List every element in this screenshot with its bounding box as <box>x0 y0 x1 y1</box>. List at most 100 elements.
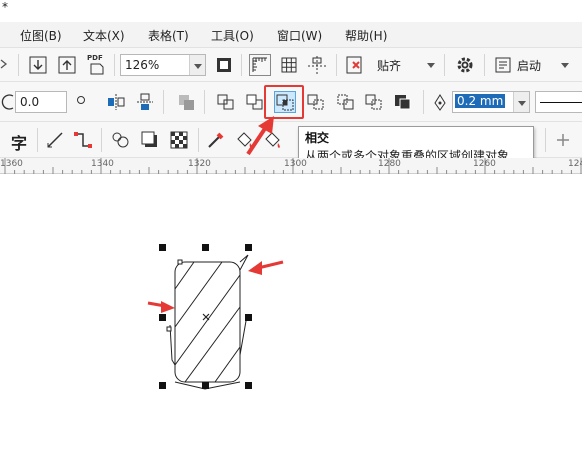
ruler-label: 1300 <box>284 159 307 169</box>
separator <box>336 54 337 76</box>
export-button[interactable] <box>56 54 78 76</box>
eyedropper-tool-button[interactable] <box>205 129 227 151</box>
separator <box>37 128 38 152</box>
weld-icon <box>179 95 194 110</box>
export-icon <box>58 56 76 74</box>
launch-icon-box[interactable] <box>492 54 514 76</box>
back-minus-front-icon <box>365 94 382 110</box>
fullscreen-icon <box>217 58 231 72</box>
settings-icon <box>457 57 473 73</box>
callout-arrow-toolbar <box>246 116 274 156</box>
import-button[interactable] <box>27 54 49 76</box>
boundary-icon <box>395 95 411 110</box>
menu-help[interactable]: 帮助(H) <box>345 27 387 44</box>
simplify-button[interactable] <box>305 91 327 113</box>
tooltip-title: 相交 <box>305 131 330 145</box>
menu-table[interactable]: 表格(T) <box>148 27 189 44</box>
separator <box>18 54 19 76</box>
ruler-label: 1320 <box>188 159 211 169</box>
separator <box>444 54 445 76</box>
grid-icon <box>281 57 297 73</box>
menu-text[interactable]: 文本(X) <box>83 27 125 44</box>
transparency-tool-button[interactable] <box>168 129 190 151</box>
combine-icon <box>217 94 234 110</box>
full-screen-preview-button[interactable] <box>213 54 235 76</box>
snap-off-icon <box>346 56 362 74</box>
separator <box>163 90 164 114</box>
publish-pdf-button[interactable]: PDF <box>86 54 108 76</box>
rulers-icon <box>252 57 267 72</box>
degree-icon <box>77 96 85 104</box>
drop-shadow-tool-button[interactable] <box>139 129 161 151</box>
chevron-down-icon[interactable] <box>426 62 436 70</box>
mirror-vertical-button[interactable] <box>134 91 156 113</box>
outline-width-select[interactable]: 0.2 mm <box>452 91 530 113</box>
separator <box>204 90 205 114</box>
zoom-level-select[interactable]: 126% <box>120 54 206 76</box>
standard-toolbar: PDF 126% 贴齐 启动 <box>0 48 582 82</box>
mirror-horizontal-button[interactable] <box>105 91 127 113</box>
chevron-down-icon[interactable] <box>189 55 205 75</box>
blend-icon <box>112 132 129 148</box>
center-mark <box>202 313 210 321</box>
connector-tool-button[interactable] <box>72 129 94 151</box>
angle-input[interactable]: 0.0 <box>15 91 67 113</box>
plus-icon[interactable] <box>556 133 570 147</box>
mirror-v-icon <box>137 93 153 110</box>
hatched-shape[interactable] <box>169 254 250 390</box>
separator <box>484 54 485 76</box>
callout-arrow-left <box>147 301 175 313</box>
modified-mark: * <box>2 0 8 14</box>
menu-bar: 位图(B) 文本(X) 表格(T) 工具(O) 窗口(W) 帮助(H) <box>0 22 582 48</box>
launch-button[interactable]: 启动 <box>517 57 541 74</box>
property-bar: 0.0 0.2 mm <box>0 82 582 122</box>
transparency-icon <box>170 131 188 149</box>
pdf-icon <box>90 63 104 75</box>
show-grid-button[interactable] <box>278 54 300 76</box>
menu-window[interactable]: 窗口(W) <box>277 27 322 44</box>
front-minus-back-button[interactable] <box>335 91 357 113</box>
options-button[interactable] <box>454 54 476 76</box>
menu-tools[interactable]: 工具(O) <box>211 27 254 44</box>
snap-to-dropdown[interactable]: 贴齐 <box>377 57 401 74</box>
ruler-label: 124 <box>568 159 582 169</box>
rounded-rectangle-shape[interactable] <box>174 261 241 383</box>
text-icon[interactable]: 字 <box>11 130 27 154</box>
chevron-down-icon[interactable] <box>513 92 529 112</box>
separator <box>423 90 424 114</box>
title-bar: * <box>0 0 582 22</box>
separator <box>241 54 242 76</box>
rotation-icon <box>1 94 14 110</box>
show-guidelines-button[interactable] <box>306 54 328 76</box>
node-handle[interactable] <box>177 259 183 265</box>
separator <box>198 128 199 152</box>
separator <box>114 54 115 76</box>
snap-off-button[interactable] <box>344 54 366 76</box>
ruler-label: 1280 <box>378 159 401 169</box>
separator <box>101 128 102 152</box>
callout-arrow-right <box>248 260 284 275</box>
front-minus-back-icon <box>337 94 354 110</box>
separator <box>545 128 546 152</box>
blend-tool-button[interactable] <box>110 129 132 151</box>
drawing-canvas[interactable] <box>0 175 582 465</box>
pen-icon <box>434 94 446 111</box>
simplify-icon <box>307 94 324 110</box>
chevron-down-icon[interactable] <box>560 62 570 70</box>
outline-width-value: 0.2 mm <box>455 94 506 108</box>
menu-bitmap[interactable]: 位图(B) <box>20 27 62 44</box>
back-minus-front-button[interactable] <box>363 91 385 113</box>
boundary-button[interactable] <box>392 91 414 113</box>
line-style-select[interactable] <box>535 91 582 113</box>
guidelines-icon <box>308 56 326 74</box>
connector-icon <box>74 132 92 148</box>
show-rulers-button[interactable] <box>249 54 271 76</box>
weld-button[interactable] <box>175 91 197 113</box>
combine-button[interactable] <box>215 91 237 113</box>
chevron-right-icon[interactable] <box>0 59 8 69</box>
dimension-tool-button[interactable] <box>44 129 66 151</box>
node-handle[interactable] <box>166 326 172 332</box>
zoom-level-value: 126% <box>125 58 160 72</box>
mirror-h-icon <box>108 94 125 110</box>
import-icon <box>29 56 47 74</box>
